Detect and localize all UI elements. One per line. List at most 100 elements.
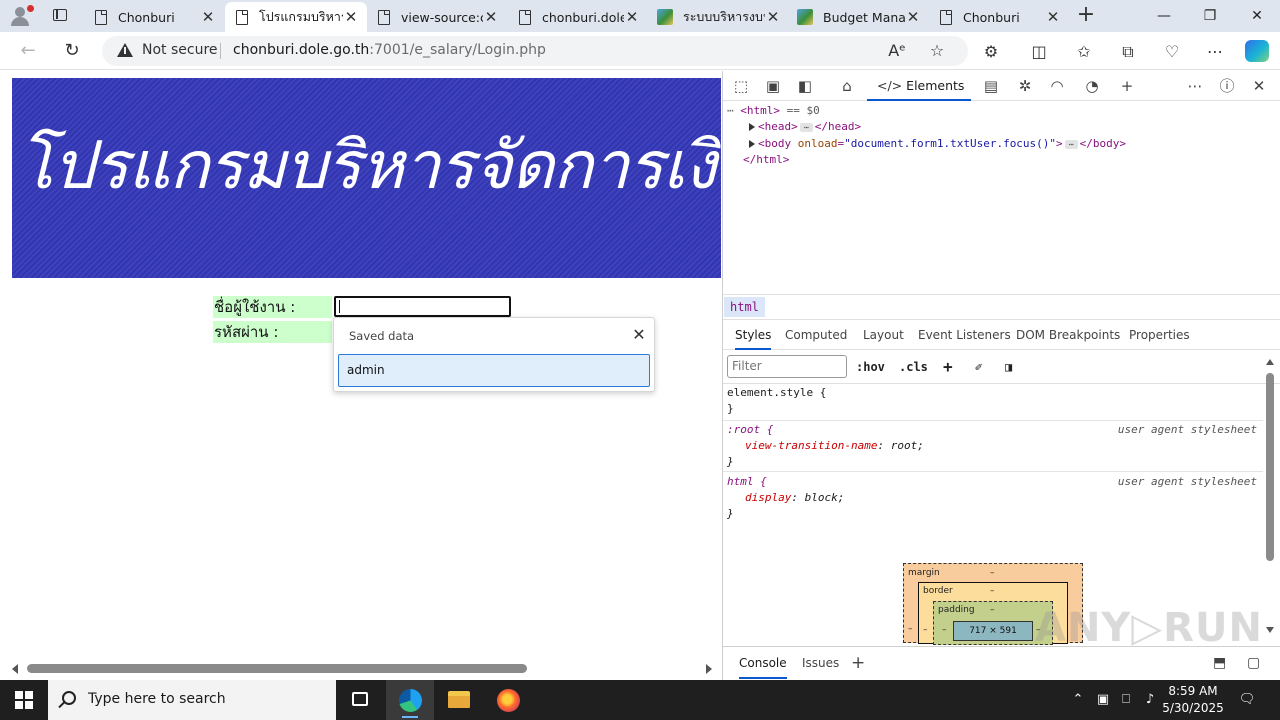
- network-wifi-icon[interactable]: ◠: [1045, 76, 1069, 96]
- username-input[interactable]: [334, 296, 511, 317]
- close-icon[interactable]: ✕: [630, 326, 648, 344]
- new-tab-button[interactable]: +: [1074, 4, 1098, 28]
- warning-icon[interactable]: [117, 43, 135, 59]
- paint-icon[interactable]: ✐: [975, 357, 982, 377]
- class-toggle-button[interactable]: .cls: [899, 357, 928, 377]
- favorite-star-icon[interactable]: ☆: [926, 41, 948, 61]
- new-rule-plus-icon[interactable]: +: [943, 357, 953, 377]
- tab-close-icon[interactable]: ✕: [905, 9, 921, 25]
- tab-close-icon[interactable]: ✕: [200, 9, 216, 25]
- horizontal-scrollbar[interactable]: [0, 658, 722, 680]
- profile-avatar-icon[interactable]: [8, 4, 36, 28]
- file-explorer-icon[interactable]: [435, 680, 483, 720]
- dom-node-body[interactable]: <body onload="document.form1.txtUser.foc…: [749, 136, 1126, 152]
- security-label[interactable]: Not secure: [142, 42, 218, 58]
- collections-icon[interactable]: ⧉: [1116, 41, 1140, 63]
- scroll-left-icon[interactable]: [12, 664, 18, 674]
- tab-computed[interactable]: Computed: [785, 320, 847, 350]
- restore-icon[interactable]: ❐: [1187, 0, 1233, 32]
- tab-chonburi-dole[interactable]: chonburi.dole. ✕: [508, 2, 648, 32]
- dock-side-icon[interactable]: ◧: [793, 76, 817, 96]
- tab-styles[interactable]: Styles: [735, 320, 772, 350]
- performance-icon[interactable]: ◔: [1080, 76, 1104, 96]
- collapse-drawer-icon[interactable]: ▢: [1247, 647, 1260, 679]
- ellipsis-icon[interactable]: ⋯: [799, 122, 813, 132]
- tab-e-salary-active[interactable]: โปรแกรมบริหาร ✕: [225, 2, 367, 32]
- scroll-right-icon[interactable]: [706, 664, 712, 674]
- task-view-icon[interactable]: [337, 680, 385, 720]
- help-icon[interactable]: ⓘ: [1215, 76, 1239, 96]
- hover-state-button[interactable]: :hov: [856, 357, 885, 377]
- close-window-icon[interactable]: ✕: [1234, 0, 1280, 32]
- filter-input[interactable]: Filter: [727, 355, 847, 378]
- more-menu-icon[interactable]: ⋯: [1203, 41, 1227, 63]
- toggle-sidebar-icon[interactable]: ◨: [1005, 357, 1012, 377]
- favorites-icon[interactable]: ✩: [1072, 41, 1096, 63]
- tab-chonburi[interactable]: Chonburi ✕: [84, 2, 224, 32]
- tab-chonburi-2[interactable]: Chonburi ✕: [929, 2, 1069, 32]
- tab-layout[interactable]: Layout: [863, 320, 904, 350]
- rule-selector[interactable]: :root {: [727, 422, 773, 438]
- console-icon[interactable]: ▤: [979, 76, 1003, 96]
- more-tools-plus-icon[interactable]: +: [1115, 76, 1139, 96]
- taskbar-search[interactable]: Type here to search: [48, 680, 336, 720]
- reload-icon[interactable]: ↻: [58, 39, 86, 63]
- url-text[interactable]: chonburi.dole.go.th:7001/e_salary/Login.…: [233, 42, 546, 58]
- rule-declaration[interactable]: display: block;: [745, 490, 844, 506]
- tab-elements[interactable]: </> Elements: [867, 71, 971, 101]
- tab-close-icon[interactable]: ✕: [1045, 9, 1061, 25]
- tab-close-icon[interactable]: ✕: [765, 9, 781, 25]
- address-bar[interactable]: Not secure chonburi.dole.go.th:7001/e_sa…: [102, 36, 968, 66]
- sources-bug-icon[interactable]: ✲: [1013, 76, 1037, 96]
- tab-view-source[interactable]: view-source:ch ✕: [367, 2, 507, 32]
- undock-drawer-icon[interactable]: ⬒: [1213, 647, 1226, 679]
- copilot-icon[interactable]: [1245, 40, 1269, 62]
- rule-selector[interactable]: html {: [727, 474, 767, 490]
- tab-close-icon[interactable]: ✕: [624, 9, 640, 25]
- tab-event-listeners[interactable]: Event Listeners: [918, 320, 1011, 350]
- styles-vertical-scrollbar[interactable]: [1263, 355, 1277, 639]
- breadcrumb-html[interactable]: html: [724, 297, 765, 317]
- minimize-icon[interactable]: —: [1141, 0, 1187, 32]
- expand-arrow-icon[interactable]: [749, 140, 755, 148]
- box-model-content[interactable]: 717 × 591: [953, 621, 1033, 641]
- tab-actions-icon[interactable]: [44, 6, 76, 26]
- tab-console[interactable]: Console: [739, 647, 787, 679]
- ellipsis-icon[interactable]: ⋯: [1064, 139, 1078, 149]
- tab-close-icon[interactable]: ✕: [343, 9, 359, 25]
- expand-arrow-icon[interactable]: [749, 123, 755, 131]
- tray-overflow-icon[interactable]: ⌃: [1068, 680, 1088, 720]
- inspect-element-icon[interactable]: ⬚: [729, 76, 753, 96]
- close-devtools-icon[interactable]: ✕: [1247, 76, 1271, 96]
- system-clock[interactable]: 8:59 AM 5/30/2025: [1158, 683, 1228, 717]
- edge-browser-icon[interactable]: [386, 680, 434, 720]
- add-drawer-tab-icon[interactable]: +: [851, 647, 865, 679]
- browser-essentials-icon[interactable]: ♡: [1160, 41, 1184, 63]
- read-aloud-icon[interactable]: Aᵉ: [886, 41, 908, 61]
- start-windows-icon[interactable]: [0, 680, 48, 720]
- home-icon[interactable]: ⌂: [835, 76, 859, 96]
- notifications-icon[interactable]: 🗨: [1234, 680, 1260, 720]
- rule-selector[interactable]: element.style {: [727, 385, 826, 401]
- devtools-menu-icon[interactable]: ⋯: [1183, 76, 1207, 96]
- scroll-down-icon[interactable]: [1266, 627, 1274, 633]
- volume-icon[interactable]: ♪: [1140, 680, 1160, 720]
- scrollbar-thumb[interactable]: [27, 664, 527, 673]
- tab-issues[interactable]: Issues: [802, 647, 839, 679]
- split-screen-icon[interactable]: ◫: [1027, 41, 1051, 63]
- tab-budget-manag[interactable]: Budget Manag ✕: [789, 2, 929, 32]
- firefox-icon[interactable]: [484, 680, 532, 720]
- tab-dom-breakpoints[interactable]: DOM Breakpoints: [1016, 320, 1120, 350]
- tab-close-icon[interactable]: ✕: [483, 9, 499, 25]
- tab-budget-thai[interactable]: ระบบบริหารงบป ✕: [649, 2, 789, 32]
- autofill-suggestion[interactable]: admin: [338, 354, 650, 387]
- dom-node-head[interactable]: <head> ⋯ </head>: [749, 119, 861, 135]
- device-emulation-icon[interactable]: ▣: [761, 76, 785, 96]
- tray-security-icon[interactable]: ▣: [1093, 680, 1113, 720]
- extensions-icon[interactable]: ⚙: [979, 41, 1003, 63]
- node-menu-icon[interactable]: ⋯: [727, 104, 734, 117]
- back-arrow-icon[interactable]: ←: [14, 39, 42, 63]
- scroll-up-icon[interactable]: [1266, 359, 1274, 365]
- rule-declaration[interactable]: view-transition-name: root;: [745, 438, 924, 454]
- tab-properties[interactable]: Properties: [1129, 320, 1190, 350]
